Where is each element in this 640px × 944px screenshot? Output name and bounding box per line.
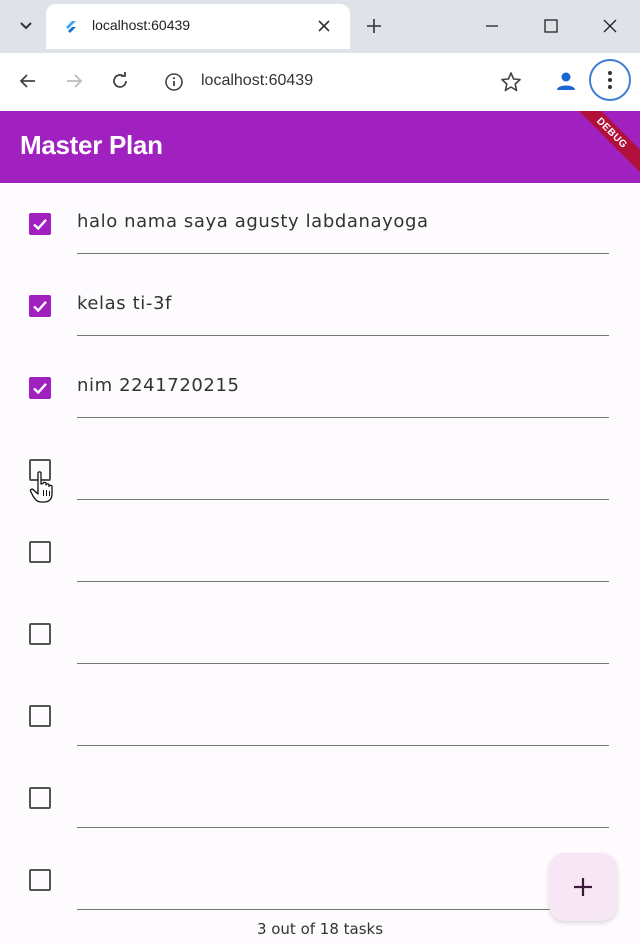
tab-title: localhost:60439 [92,17,191,33]
forward-arrow-icon[interactable] [60,67,88,95]
text-field-underline [77,581,609,582]
plus-icon [574,878,592,896]
tab-close-icon[interactable] [314,16,334,36]
reload-icon[interactable] [106,67,134,95]
text-field-underline [77,663,609,664]
new-tab-plus-icon[interactable] [362,14,386,38]
text-field-underline [77,909,609,910]
task-row: halo nama saya agusty labdanayoga [0,183,640,265]
task-checkbox[interactable] [29,623,51,645]
address-bar[interactable]: localhost:60439 [154,61,534,103]
task-description-field[interactable]: halo nama saya agusty labdanayoga [77,211,429,232]
browser-tab[interactable]: localhost:60439 [46,4,350,49]
debug-banner: DEBUG [566,111,640,179]
task-row [0,675,640,757]
minimize-icon[interactable] [480,14,504,38]
maximize-icon[interactable] [539,14,563,38]
profile-avatar-icon[interactable] [554,69,578,93]
text-field-underline [77,417,609,418]
app-bar: Master Plan DEBUG [0,111,640,183]
task-row [0,511,640,593]
back-arrow-icon[interactable] [14,67,42,95]
task-row [0,757,640,839]
browser-toolbar: localhost:60439 [0,53,640,111]
task-row [0,593,640,675]
text-field-underline [77,335,609,336]
task-checkbox[interactable] [29,213,51,235]
task-checkbox[interactable] [29,869,51,891]
checkmark-icon [33,300,47,313]
task-checkbox[interactable] [29,377,51,399]
task-checkbox[interactable] [29,541,51,563]
task-checkbox[interactable] [29,459,51,481]
task-row [0,839,640,921]
add-task-button[interactable] [549,853,617,921]
task-description-field[interactable]: nim 2241720215 [77,375,240,396]
site-info-icon[interactable] [164,72,184,92]
window-close-icon[interactable] [598,14,622,38]
task-row: kelas ti-3f [0,265,640,347]
page-title: Master Plan [20,130,163,160]
checkmark-icon [33,218,47,231]
task-row: nim 2241720215 [0,347,640,429]
text-field-underline [77,499,609,500]
checkmark-icon [33,382,47,395]
bookmark-star-icon[interactable] [500,71,522,93]
url-text: localhost:60439 [201,72,314,89]
text-field-underline [77,745,609,746]
task-checkbox[interactable] [29,295,51,317]
tab-search-chevron-icon[interactable] [14,14,38,38]
browser-menu-kebab-icon[interactable] [589,59,631,101]
task-checkbox[interactable] [29,705,51,727]
task-row [0,429,640,511]
task-description-field[interactable]: kelas ti-3f [77,293,172,314]
text-field-underline [77,253,609,254]
task-progress-text: 3 out of 18 tasks [256,920,384,938]
task-checkbox[interactable] [29,787,51,809]
text-field-underline [77,827,609,828]
flutter-favicon-icon [64,19,78,33]
browser-tab-strip: localhost:60439 [0,0,640,53]
